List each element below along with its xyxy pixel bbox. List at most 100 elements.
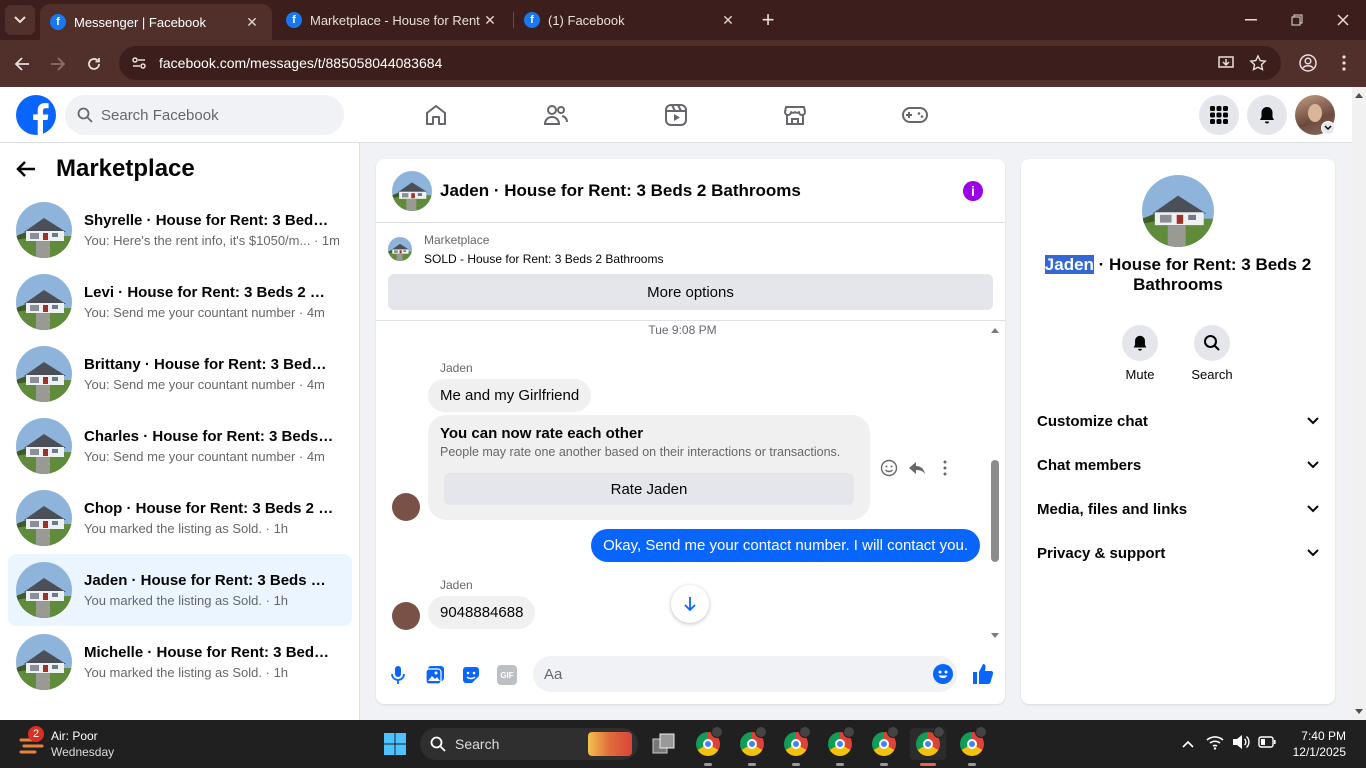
microphone-icon[interactable] xyxy=(389,665,407,685)
conversation-item[interactable]: Shyrelle · House for Rent: 3 Beds 2... Yo… xyxy=(8,194,352,266)
nav-friends[interactable] xyxy=(540,99,572,131)
more-actions-icon[interactable] xyxy=(936,459,954,477)
sender-avatar[interactable] xyxy=(392,602,420,630)
task-view-button[interactable] xyxy=(648,728,680,760)
nav-video[interactable] xyxy=(660,99,692,131)
system-tray[interactable] xyxy=(1206,734,1276,750)
incoming-message[interactable]: Me and my Girlfriend xyxy=(428,379,592,412)
chat-title[interactable]: Jaden · House for Rent: 3 Beds 2 Bathroo… xyxy=(440,181,801,201)
nav-gaming[interactable] xyxy=(899,99,931,131)
taskbar-chrome-app[interactable] xyxy=(956,726,988,766)
menu-button[interactable] xyxy=(1199,95,1239,135)
taskbar-chrome-app[interactable] xyxy=(910,726,946,766)
conversation-item[interactable]: Chop · House for Rent: 3 Beds 2 B... You … xyxy=(8,482,352,554)
forward-button[interactable] xyxy=(40,46,76,82)
maximize-button[interactable] xyxy=(1274,0,1320,40)
install-app-icon[interactable] xyxy=(1217,54,1235,72)
taskbar-chrome-app[interactable] xyxy=(780,726,812,766)
section-privacy-support[interactable]: Privacy & support xyxy=(1037,533,1319,573)
page-scrollbar[interactable] xyxy=(1352,87,1366,720)
close-tab-icon[interactable]: ✕ xyxy=(242,14,262,31)
weather-widget[interactable]: 2 Air: Poor Wednesday xyxy=(16,726,176,760)
conversation-details-panel: Jaden · House for Rent: 3 Beds 2 Bathroo… xyxy=(1021,159,1335,704)
conversation-item[interactable]: Michelle · House for Rent: 3 Beds ... You… xyxy=(8,626,352,698)
message-actions xyxy=(880,459,954,477)
conversation-name: Shyrelle · House for Rent: 3 Beds 2... xyxy=(84,212,334,229)
browser-menu-button[interactable] xyxy=(1326,45,1362,81)
close-window-button[interactable] xyxy=(1320,0,1366,40)
photo-icon[interactable] xyxy=(425,665,445,685)
listing-photo[interactable] xyxy=(1142,175,1214,247)
search-facebook-input[interactable]: Search Facebook xyxy=(65,95,344,135)
notifications-button[interactable] xyxy=(1247,95,1287,135)
rate-user-button[interactable]: Rate Jaden xyxy=(444,473,854,505)
mute-button[interactable]: Mute xyxy=(1110,325,1170,382)
info-icon[interactable]: i xyxy=(963,181,983,201)
taskbar-chrome-app[interactable] xyxy=(736,726,768,766)
profile-button[interactable] xyxy=(1290,45,1326,81)
listing-summary[interactable]: Marketplace SOLD - House for Rent: 3 Bed… xyxy=(388,233,663,266)
outgoing-message[interactable]: Okay, Send me your contact number. I wil… xyxy=(591,529,980,562)
section-chat-members[interactable]: Chat members xyxy=(1037,445,1319,485)
section-media-files-links[interactable]: Media, files and links xyxy=(1037,489,1319,529)
tab-marketplace[interactable]: f Marketplace - House for Rent: 3 ✕ xyxy=(276,0,510,40)
scroll-to-bottom-button[interactable] xyxy=(671,585,709,623)
clock[interactable]: 7:40 PM 12/1/2025 xyxy=(1280,728,1346,760)
chat-scrollbar[interactable] xyxy=(988,324,1002,642)
taskbar-search[interactable]: Search xyxy=(420,728,638,760)
reply-icon[interactable] xyxy=(908,459,926,477)
start-button[interactable] xyxy=(379,728,411,760)
listing-thumbnail xyxy=(16,418,72,474)
back-arrow-icon[interactable] xyxy=(16,160,36,178)
conversation-item[interactable]: Levi · House for Rent: 3 Beds 2 Bat... Yo… xyxy=(8,266,352,338)
tab-messenger[interactable]: f Messenger | Facebook ✕ xyxy=(40,4,272,40)
task-view-icon xyxy=(652,733,675,754)
nav-home[interactable] xyxy=(420,99,452,131)
thumbs-up-icon[interactable] xyxy=(972,663,994,685)
close-tab-icon[interactable]: ✕ xyxy=(480,12,500,29)
running-indicator xyxy=(880,763,888,766)
minimize-icon xyxy=(1245,19,1257,21)
nav-marketplace[interactable] xyxy=(779,99,811,131)
bookmark-star-icon[interactable] xyxy=(1249,54,1267,72)
conversation-item[interactable]: Jaden · House for Rent: 3 Beds 2 B... You… xyxy=(8,554,352,626)
gif-icon[interactable]: GIF xyxy=(497,665,517,685)
running-indicator xyxy=(836,763,844,766)
more-options-button[interactable]: More options xyxy=(388,274,993,310)
facebook-logo-icon[interactable] xyxy=(16,95,56,135)
running-indicator xyxy=(968,763,976,766)
tab-facebook[interactable]: f (1) Facebook ✕ xyxy=(514,0,748,40)
site-settings-icon[interactable] xyxy=(131,55,147,71)
chevron-down-icon xyxy=(1307,461,1319,469)
back-button[interactable] xyxy=(4,46,40,82)
search-conversation-button[interactable]: Search xyxy=(1182,325,1242,382)
conversation-item[interactable]: Charles · House for Rent: 3 Beds 2 ... Yo… xyxy=(8,410,352,482)
emoji-icon[interactable] xyxy=(933,664,953,684)
sender-avatar[interactable] xyxy=(392,493,420,521)
section-customize-chat[interactable]: Customize chat xyxy=(1037,401,1319,441)
conversation-item[interactable]: Brittany · House for Rent: 3 Beds 2... Yo… xyxy=(8,338,352,410)
tab-search-button[interactable] xyxy=(5,5,35,35)
listing-thumbnail xyxy=(16,634,72,690)
arrow-down-icon xyxy=(684,597,696,612)
reload-button[interactable] xyxy=(76,46,112,82)
new-tab-button[interactable]: + xyxy=(756,7,780,32)
facebook-favicon-icon: f xyxy=(286,12,302,28)
message-input[interactable]: Aa xyxy=(533,656,957,692)
show-hidden-icons-button[interactable] xyxy=(1172,728,1204,760)
listing-thumbnail xyxy=(16,346,72,402)
sticker-icon[interactable] xyxy=(461,665,481,685)
taskbar-chrome-app[interactable] xyxy=(824,726,856,766)
listing-thumbnail[interactable] xyxy=(392,170,432,211)
taskbar-chrome-app[interactable] xyxy=(692,726,724,766)
react-emoji-icon[interactable] xyxy=(880,459,898,477)
close-tab-icon[interactable]: ✕ xyxy=(718,12,738,29)
account-chevron-icon[interactable] xyxy=(1321,121,1335,135)
weather-badge: 2 xyxy=(28,726,44,742)
minimize-button[interactable] xyxy=(1228,0,1274,40)
conversation-preview: You: Send me your countant number · 4m xyxy=(84,305,325,320)
chat-header: Jaden · House for Rent: 3 Beds 2 Bathroo… xyxy=(376,159,1005,223)
incoming-message[interactable]: 9048884688 xyxy=(428,596,536,629)
taskbar-chrome-app[interactable] xyxy=(868,726,900,766)
address-bar[interactable]: facebook.com/messages/t/885058044083684 xyxy=(119,46,1281,80)
